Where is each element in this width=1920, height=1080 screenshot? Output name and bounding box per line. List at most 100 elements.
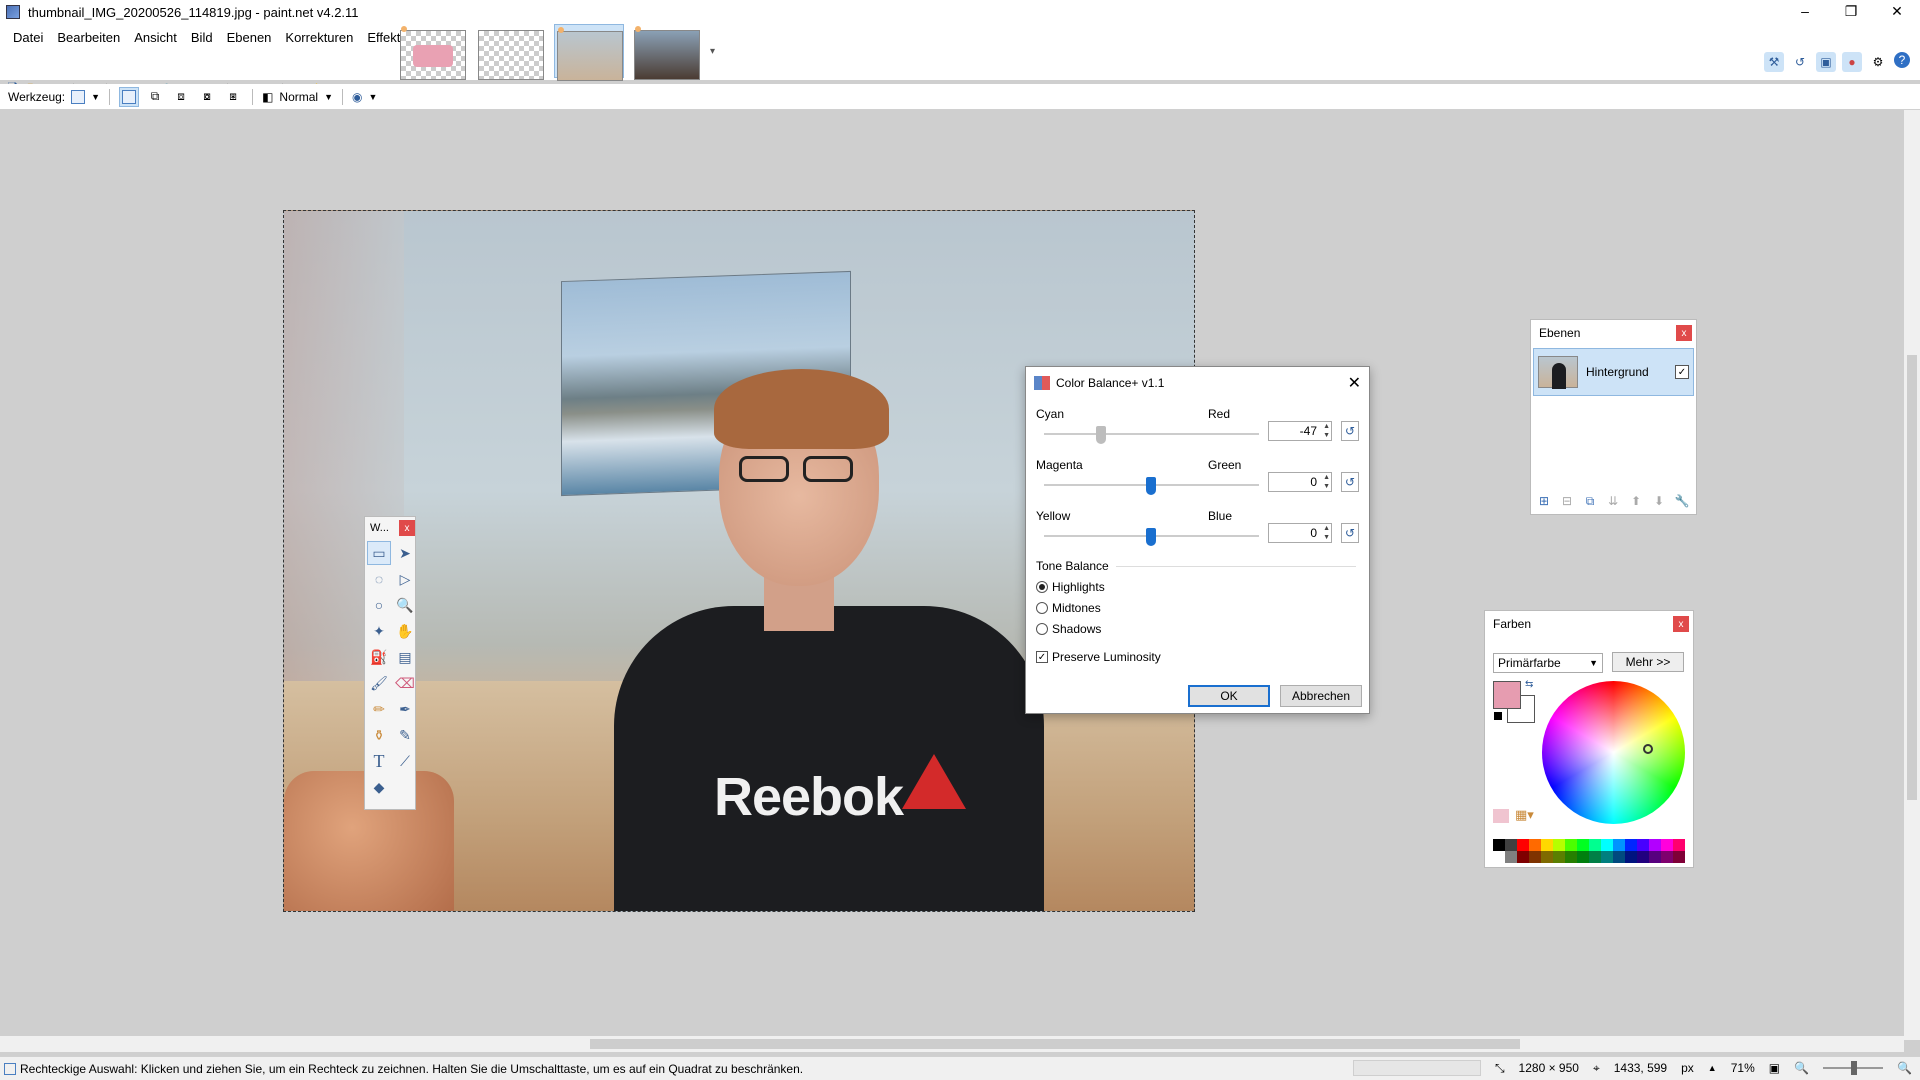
spinner-icon[interactable]: ▲ ▼ [1320,473,1330,491]
more-button[interactable]: Mehr >> [1612,652,1684,672]
menu-ansicht[interactable]: Ansicht [127,28,184,47]
pencil-tool-icon[interactable]: ✏ [367,697,391,721]
zoom-slider[interactable] [1823,1061,1884,1075]
close-button[interactable]: ✕ [1874,0,1920,22]
cyan-red-slider-track[interactable] [1044,433,1259,435]
zoom-tool-icon[interactable]: 🔍 [393,593,417,617]
settings-icon[interactable]: ⚙ [1868,52,1888,72]
merge-layer-down-icon[interactable]: ⇊ [1604,492,1622,510]
close-icon[interactable]: ✕ [1348,373,1361,393]
vertical-scrollbar[interactable] [1904,110,1920,1040]
move-selection-tool-icon[interactable]: ▷ [393,567,417,591]
gradient-tool-icon[interactable]: ▤ [393,645,417,669]
primary-color-swatch[interactable] [1493,681,1521,709]
chevron-down-icon[interactable]: ▼ [368,92,377,102]
layer-properties-icon[interactable]: 🔧 [1673,492,1691,510]
text-tool-icon[interactable]: T [367,749,391,773]
restore-button[interactable]: ❐ [1828,0,1874,22]
recolor-tool-icon[interactable]: ✎ [393,723,417,747]
close-icon[interactable]: x [1676,325,1692,341]
help-icon[interactable]: ? [1894,52,1910,68]
clone-stamp-tool-icon[interactable]: ⚱ [367,723,391,747]
layer-item[interactable]: Hintergrund ✓ [1533,348,1694,396]
add-layer-icon[interactable]: ⊞ [1535,492,1553,510]
blend-mode-value[interactable]: Normal [279,90,318,104]
magenta-green-slider-knob[interactable] [1146,477,1156,495]
yellow-blue-value-input[interactable]: 0 ▲ ▼ [1268,523,1332,543]
layer-visibility-checkbox[interactable]: ✓ [1675,365,1689,379]
horizontal-scrollbar[interactable] [0,1036,1904,1052]
selection-mode-replace-icon[interactable] [119,86,140,107]
close-icon[interactable]: x [1673,616,1689,632]
image-tab-active[interactable] [554,24,624,81]
menu-bild[interactable]: Bild [184,28,220,47]
ellipse-select-tool-icon[interactable]: ○ [367,593,391,617]
yellow-blue-slider-knob[interactable] [1146,528,1156,546]
reset-icon[interactable]: ↺ [1341,472,1359,492]
history-toggle-icon[interactable]: ↺ [1790,52,1810,72]
layers-toggle-icon[interactable]: ▣ [1816,52,1836,72]
menu-datei[interactable]: Datei [6,28,50,47]
cyan-red-value-input[interactable]: -47 ▲ ▼ [1268,421,1332,441]
zoom-to-window-icon[interactable]: ▣ [1769,1061,1780,1075]
line-curve-tool-icon[interactable]: ⟋ [393,749,417,773]
cancel-button[interactable]: Abbrechen [1280,685,1362,707]
zoom-level[interactable]: 71% [1731,1061,1755,1075]
color-picker-tool-icon[interactable]: ✒ [393,697,417,721]
rectangle-select-tool-icon[interactable]: ▭ [367,541,391,565]
cyan-red-slider-knob[interactable] [1096,426,1106,444]
palette-menu-icon[interactable]: ▦▾ [1515,807,1534,823]
menu-ebenen[interactable]: Ebenen [220,28,279,47]
delete-layer-icon[interactable]: ⊟ [1558,492,1576,510]
magenta-green-value-input[interactable]: 0 ▲ ▼ [1268,472,1332,492]
chevron-down-icon[interactable]: ▼ [324,92,333,102]
paintbrush-tool-icon[interactable]: 🖌 [367,671,391,695]
paint-bucket-tool-icon[interactable]: ⛽ [367,645,391,669]
zoom-in-icon[interactable]: 🔍 [1897,1061,1912,1075]
spinner-icon[interactable]: ▲ ▼ [1320,524,1330,542]
close-icon[interactable]: x [399,520,415,536]
pan-tool-icon[interactable]: ✋ [393,619,417,643]
selection-quality-icon[interactable]: ◉ [352,90,362,104]
image-tab[interactable] [476,24,546,80]
color-target-select[interactable]: Primärfarbe ▼ [1493,653,1603,673]
zoom-out-icon[interactable]: 🔍 [1794,1061,1809,1075]
preserve-luminosity-checkbox[interactable]: ✓ Preserve Luminosity [1036,650,1161,664]
menu-bearbeiten[interactable]: Bearbeiten [50,28,127,47]
reset-colors-icon[interactable] [1493,711,1503,721]
image-tab[interactable] [398,24,468,80]
move-layer-down-icon[interactable]: ⬇ [1650,492,1668,510]
colors-toggle-icon[interactable]: ● [1842,52,1862,72]
move-selected-tool-icon[interactable]: ➤ [393,541,417,565]
lasso-tool-icon[interactable]: ◌ [367,567,391,591]
reset-icon[interactable]: ↺ [1341,421,1359,441]
units-select[interactable]: px [1681,1061,1694,1075]
image-tab[interactable] [632,24,702,80]
ok-button[interactable]: OK [1188,685,1270,707]
magic-wand-tool-icon[interactable]: ✦ [367,619,391,643]
eraser-tool-icon[interactable]: ⌫ [393,671,417,695]
midtones-radio[interactable]: Midtones [1036,601,1101,615]
menu-korrekturen[interactable]: Korrekturen [278,28,360,47]
highlights-radio[interactable]: Highlights [1036,580,1105,594]
selection-mode-intersect-icon[interactable]: ⧇ [197,87,217,107]
tools-toggle-icon[interactable]: ⚒ [1764,52,1784,72]
tabs-overflow-icon[interactable]: ▾ [710,24,724,78]
reset-icon[interactable]: ↺ [1341,523,1359,543]
antialias-icon[interactable]: ◧ [262,90,273,104]
color-wheel-marker[interactable] [1643,744,1653,754]
chevron-up-icon[interactable]: ▲ [1708,1063,1717,1073]
rectangle-select-icon[interactable] [71,89,86,104]
spinner-icon[interactable]: ▲ ▼ [1320,422,1330,440]
minimize-button[interactable]: – [1782,0,1828,22]
duplicate-layer-icon[interactable]: ⧉ [1581,492,1599,510]
color-wheel[interactable] [1542,681,1685,824]
add-to-palette-icon[interactable] [1493,809,1509,823]
shadows-radio[interactable]: Shadows [1036,622,1101,636]
selection-mode-exclude-icon[interactable]: ⧈ [171,87,191,107]
vertical-scroll-thumb[interactable] [1907,355,1917,800]
selection-mode-union-icon[interactable]: ⧉ [145,87,165,107]
horizontal-scroll-thumb[interactable] [590,1039,1520,1049]
chevron-down-icon[interactable]: ▼ [91,92,100,102]
move-layer-up-icon[interactable]: ⬆ [1627,492,1645,510]
